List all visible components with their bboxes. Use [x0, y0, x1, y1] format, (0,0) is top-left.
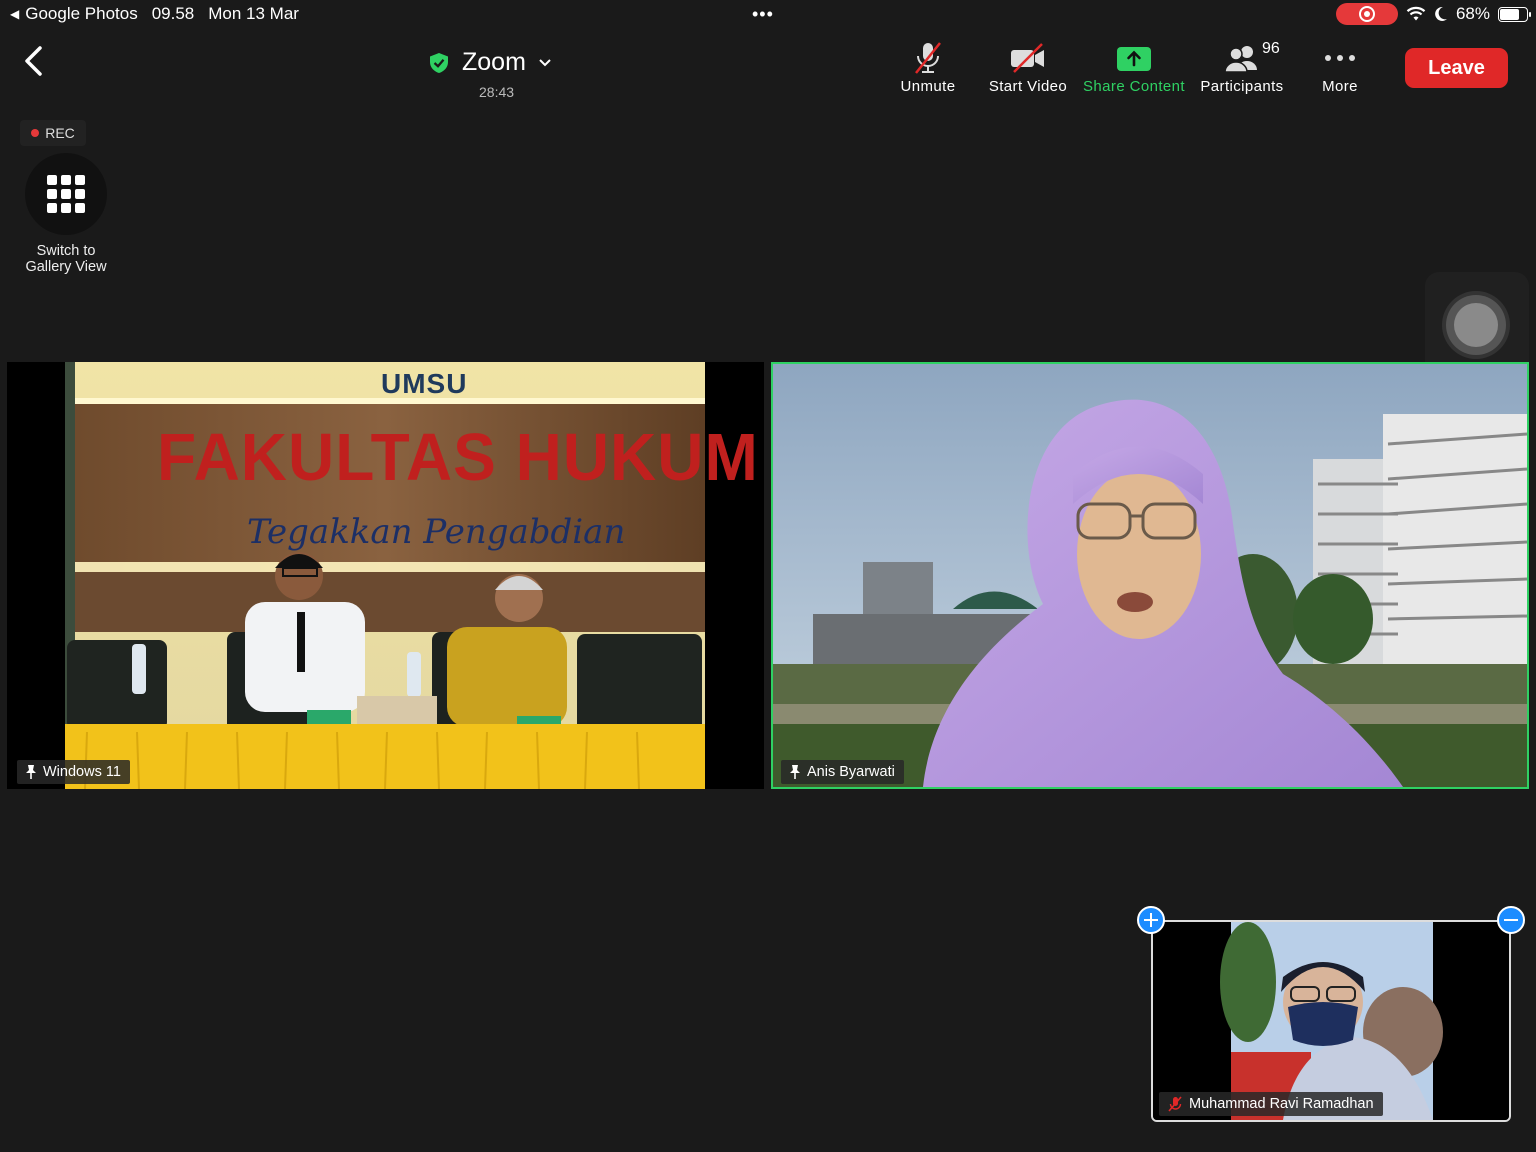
record-dot-icon	[31, 129, 40, 137]
pin-icon	[790, 765, 800, 779]
recording-badge: REC	[20, 120, 86, 146]
minimize-self-view-button[interactable]	[1497, 906, 1525, 934]
status-time: 09.58	[151, 4, 195, 23]
share-content-label: Share Content	[1083, 78, 1185, 95]
minus-icon	[1504, 919, 1518, 921]
self-name-tag: Muhammad Ravi Ramadhan	[1159, 1092, 1383, 1116]
tile-name: Windows 11	[43, 764, 121, 780]
mic-muted-icon	[1168, 1096, 1182, 1112]
battery-percent: 68%	[1455, 4, 1490, 23]
start-video-button[interactable]: Start Video	[985, 38, 1071, 95]
back-to-app-label[interactable]: Google Photos	[25, 4, 137, 24]
more-button[interactable]: More	[1315, 38, 1365, 95]
meeting-title[interactable]: Zoom	[428, 48, 552, 77]
moon-icon	[1435, 6, 1447, 21]
meeting-elapsed-time: 28:43	[479, 84, 515, 100]
plus-icon	[1144, 913, 1158, 927]
participants-count: 96	[1262, 40, 1280, 57]
tile-name-tag: Anis Byarwati	[781, 760, 904, 784]
chevron-down-icon	[539, 58, 551, 66]
video-tile-anis-byarwati[interactable]: Anis Byarwati	[771, 362, 1529, 789]
recording-label: REC	[45, 125, 75, 141]
status-bar: ◀ Google Photos 09.58 Mon 13 Mar ••• 68%	[0, 0, 1536, 28]
shield-check-icon	[430, 52, 448, 73]
screen-recording-indicator[interactable]	[1335, 3, 1398, 25]
video-off-icon	[1011, 43, 1044, 73]
battery-icon	[1498, 6, 1531, 22]
tile-name: Anis Byarwati	[807, 764, 895, 780]
back-to-app-icon[interactable]: ◀	[10, 7, 19, 21]
status-date: Mon 13 Mar	[208, 4, 299, 23]
speaker-video-feed	[773, 364, 1527, 787]
sign-umsu: UMSU	[381, 368, 468, 399]
share-content-button[interactable]: Share Content	[1080, 38, 1188, 95]
share-screen-icon	[1117, 47, 1151, 71]
enlarge-self-view-button[interactable]	[1137, 906, 1165, 934]
self-video-feed	[1153, 922, 1509, 1120]
sign-fakultas-hukum: FAKULTAS HUKUM	[157, 419, 759, 495]
video-tile-windows-11[interactable]: UMSU FAKULTAS HUKUM Tegakkan Pengabdian …	[7, 362, 764, 789]
self-name: Muhammad Ravi Ramadhan	[1189, 1096, 1374, 1112]
start-video-label: Start Video	[988, 78, 1068, 95]
self-view-tile[interactable]: Muhammad Ravi Ramadhan	[1151, 920, 1511, 1122]
pin-icon	[26, 765, 36, 779]
sign-script: Tegakkan Pengabdian	[247, 512, 626, 552]
tile-name-tag: Windows 11	[17, 760, 130, 784]
back-chevron-icon[interactable]	[18, 44, 52, 78]
wifi-icon	[1406, 6, 1426, 21]
switch-gallery-button[interactable]	[25, 153, 107, 235]
leave-button[interactable]: Leave	[1405, 48, 1508, 88]
meeting-title-text: Zoom	[462, 48, 526, 76]
more-dots-icon	[1325, 55, 1355, 61]
unmute-label: Unmute	[900, 78, 956, 95]
participants-label: Participants	[1200, 78, 1284, 95]
multitask-dots[interactable]: •••	[752, 4, 774, 25]
more-label: More	[1322, 78, 1358, 95]
participants-icon	[1224, 46, 1257, 73]
switch-gallery-label[interactable]: Switch to Gallery View	[14, 243, 118, 275]
mic-muted-icon	[915, 42, 941, 74]
unmute-button[interactable]: Unmute	[898, 38, 958, 95]
grid-icon	[47, 175, 85, 213]
